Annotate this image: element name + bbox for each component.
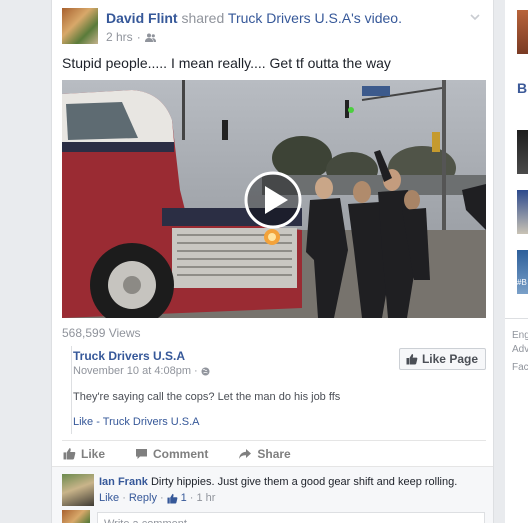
- shared-page-name[interactable]: Truck Drivers U.S.A: [73, 349, 185, 363]
- author-avatar[interactable]: [62, 8, 98, 44]
- post-caption: Stupid people..... I mean really.... Get…: [62, 55, 391, 71]
- sidebar-thumbnail[interactable]: B: [517, 68, 528, 112]
- sidebar-thumbnail[interactable]: [517, 130, 528, 174]
- shared-post-attachment: Truck Drivers U.S.A November 10 at 4:08p…: [62, 340, 486, 440]
- post-header: David Flint shared Truck Drivers U.S.A's…: [62, 8, 482, 48]
- comment-icon: [136, 448, 148, 459]
- comment-actions: Like · Reply · 1 · 1 hr: [99, 492, 216, 504]
- thumbs-up-icon: [406, 354, 418, 365]
- shared-post-text: They're saying call the cops? Let the ma…: [73, 391, 341, 403]
- like-page-button[interactable]: Like Page: [398, 348, 486, 370]
- sidebar-thumbnail[interactable]: [517, 190, 528, 234]
- comment-text: Dirty hippies. Just give them a good gea…: [147, 476, 458, 488]
- share-label: Share: [257, 446, 291, 461]
- commenter-avatar[interactable]: [62, 474, 94, 506]
- comment-like-link[interactable]: Like: [99, 492, 119, 504]
- like-page-label: Like Page: [421, 352, 478, 366]
- post-meta: 2 hrs ·: [106, 30, 156, 44]
- share-arrow-icon: [239, 448, 252, 459]
- like-page-link[interactable]: Like - Truck Drivers U.S.A: [73, 416, 200, 428]
- video-player[interactable]: [62, 80, 486, 318]
- chevron-down-icon[interactable]: [468, 10, 482, 24]
- sidebar-thumbnail[interactable]: [517, 10, 528, 54]
- source-page-link[interactable]: Truck Drivers U.S.A: [228, 10, 351, 26]
- post-time[interactable]: 2 hrs: [106, 30, 133, 44]
- globe-icon: [201, 367, 210, 375]
- shared-post-date: November 10 at 4:08pm ·: [73, 365, 210, 377]
- like-label: Like: [81, 446, 106, 461]
- right-sidebar: B #B Eng Adv Fac: [505, 0, 528, 523]
- post-action-bar: Like Comment Share: [62, 440, 486, 466]
- commenter-name[interactable]: Ian Frank: [99, 476, 148, 488]
- post-header-line: David Flint shared Truck Drivers U.S.A's…: [106, 10, 402, 26]
- comment-reply-link[interactable]: Reply: [129, 492, 157, 504]
- video-frame: [62, 80, 486, 318]
- viewer-avatar: [62, 510, 90, 523]
- comment-body: Ian Frank Dirty hippies. Just give them …: [99, 476, 457, 488]
- comment-button[interactable]: Comment: [135, 447, 208, 461]
- shared-date-text[interactable]: November 10 at 4:08pm: [73, 365, 191, 377]
- friends-icon[interactable]: [144, 33, 156, 42]
- like-button[interactable]: Like: [63, 447, 105, 461]
- comment-label: Comment: [153, 446, 209, 461]
- author-name[interactable]: David Flint: [106, 10, 178, 26]
- share-button[interactable]: Share: [238, 446, 291, 461]
- sidebar-thumbnail[interactable]: #B: [517, 250, 528, 294]
- comment-input[interactable]: Write a comment...: [97, 512, 485, 523]
- source-suffix-link[interactable]: 's video.: [351, 10, 402, 26]
- footer-link-advertising[interactable]: Adv: [512, 344, 528, 355]
- view-count: 568,599 Views: [62, 326, 141, 340]
- comment-section: Ian Frank Dirty hippies. Just give them …: [52, 466, 493, 523]
- sidebar-brand-letter: B: [517, 80, 528, 96]
- comment-time[interactable]: 1 hr: [196, 492, 215, 504]
- footer-link-facebook[interactable]: Fac: [512, 362, 528, 373]
- sidebar-divider: [505, 318, 528, 319]
- thumbs-up-icon: [167, 493, 178, 504]
- thumbs-up-icon: [63, 448, 76, 460]
- sidebar-hashtag: #B: [517, 278, 527, 287]
- feed-post: David Flint shared Truck Drivers U.S.A's…: [51, 0, 494, 523]
- comment-like-count[interactable]: 1: [181, 492, 187, 504]
- shared-verb: shared: [177, 10, 228, 26]
- quote-bar: [71, 346, 72, 434]
- footer-link-english[interactable]: Eng: [512, 330, 528, 341]
